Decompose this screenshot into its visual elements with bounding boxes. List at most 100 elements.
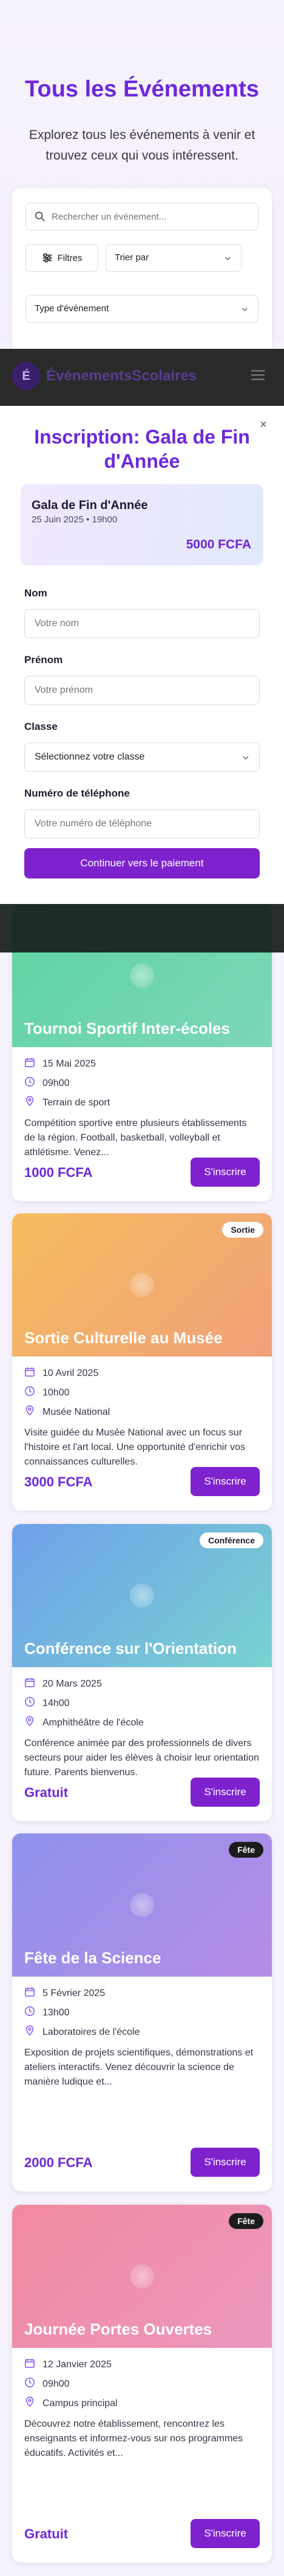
summary-event-date: 25 Juin 2025 • 19h00 (32, 514, 118, 525)
register-button[interactable]: S'inscrire (191, 1158, 260, 1187)
location-pin-icon (24, 2025, 35, 2039)
event-time: 13h00 (24, 2006, 70, 2020)
class-select[interactable]: Sélectionnez votre classe (24, 743, 260, 772)
event-date-text: 5 Février 2025 (42, 1988, 106, 1998)
event-card[interactable]: Fête Fête de la Science 5 Février 2025 13h0… (12, 1833, 272, 2191)
chevron-down-icon (242, 308, 248, 312)
location-pin-icon (24, 2396, 35, 2410)
search-icon (35, 211, 45, 221)
filter-panel: Filtres Trier par Type d'événement (12, 188, 272, 370)
calendar-icon (24, 1677, 35, 1691)
event-time-text: 14h00 (42, 1698, 70, 1708)
logo-icon[interactable]: É (12, 362, 40, 390)
event-type-label: Type d'événement (35, 303, 109, 314)
filters-button[interactable]: Filtres (25, 244, 98, 272)
firstname-field[interactable] (24, 676, 260, 705)
event-description: Exposition de projets scientifiques, dém… (24, 2048, 254, 2087)
event-location-text: Terrain de sport (42, 1097, 110, 1108)
image-placeholder-icon (130, 2264, 154, 2288)
calendar-icon (24, 1366, 35, 1380)
name-field[interactable] (24, 609, 260, 638)
register-button[interactable]: S'inscrire (191, 2519, 260, 2548)
event-location: Laboratoires de l'école (24, 2025, 140, 2039)
event-location: Amphithéâtre de l'école (24, 1716, 144, 1730)
event-date-text: 10 Avril 2025 (42, 1367, 99, 1378)
event-title: Journée Portes Ouvertes (24, 2320, 212, 2338)
register-button[interactable]: S'inscrire (191, 1467, 260, 1496)
event-type-badge: Conférence (199, 1532, 263, 1548)
modal-title: Inscription: Gala de Fin d'Année (34, 426, 250, 472)
search-input[interactable] (52, 203, 252, 230)
event-price: 1000 FCFA (24, 1165, 93, 1180)
event-date-text: 20 Mars 2025 (42, 1678, 102, 1689)
firstname-label: Prénom (24, 654, 63, 666)
chevron-down-icon (225, 257, 231, 261)
location-pin-icon (24, 1716, 35, 1730)
calendar-icon (24, 2358, 35, 2372)
chevron-down-icon (243, 756, 249, 760)
event-title: Tournoi Sportif Inter-écoles (24, 1019, 230, 1037)
event-title: Sortie Culturelle au Musée (24, 1329, 223, 1347)
class-select-value: Sélectionnez votre classe (35, 752, 145, 762)
menu-icon[interactable] (251, 369, 265, 380)
event-price: Gratuit (24, 2526, 69, 2541)
event-summary: Gala de Fin d'Année 25 Juin 2025 • 19h00… (21, 484, 263, 565)
event-description: Découvrez notre établissement, rencontre… (24, 2419, 243, 2458)
location-pin-icon (24, 1405, 35, 1419)
event-description: Conférence animée par des professionnels… (24, 1738, 259, 1778)
image-placeholder-icon (130, 1273, 154, 1297)
summary-event-name: Gala de Fin d'Année (32, 499, 148, 512)
event-time: 10h00 (24, 1386, 70, 1400)
page-subtitle: Explorez tous les événements à venir et … (29, 128, 255, 163)
modal-backdrop-lower[interactable] (0, 904, 284, 953)
event-price: 2000 FCFA (24, 2155, 93, 2170)
search-field[interactable] (25, 203, 259, 231)
location-pin-icon (24, 1096, 35, 1110)
clock-icon (24, 2006, 35, 2020)
event-title: Conférence sur l'Orientation (24, 1639, 237, 1657)
event-time-text: 13h00 (42, 2007, 70, 2018)
event-card[interactable]: Sortie Sortie Culturelle au Musée 10 Avril… (12, 1213, 272, 1511)
event-type-select[interactable]: Type d'événement (25, 295, 259, 323)
event-date: 5 Février 2025 (24, 1986, 105, 2000)
calendar-icon (24, 1986, 35, 2000)
register-button[interactable]: S'inscrire (191, 2148, 260, 2177)
event-card[interactable]: Fête Journée Portes Ouvertes 12 Janvier 20… (12, 2205, 272, 2563)
sort-select[interactable]: Trier par (106, 244, 242, 272)
event-location: Terrain de sport (24, 1096, 110, 1110)
event-time-text: 09h00 (42, 1077, 70, 1088)
event-time: 09h00 (24, 2377, 70, 2391)
event-location-text: Musée National (42, 1406, 110, 1417)
event-date: 20 Mars 2025 (24, 1677, 102, 1691)
event-location: Musée National (24, 1405, 110, 1419)
summary-event-price: 5000 FCFA (186, 538, 251, 551)
event-date: 12 Janvier 2025 (24, 2358, 112, 2372)
phone-field[interactable] (24, 809, 260, 838)
sort-select-label: Trier par (115, 252, 149, 263)
event-date: 15 Mai 2025 (24, 1057, 96, 1071)
event-type-badge: Fête (229, 2213, 263, 2229)
page-title: Tous les Événements (25, 76, 259, 102)
image-placeholder-icon (130, 1583, 154, 1608)
brand-name[interactable]: ÉvénementsScolaires (46, 368, 197, 385)
logo-letter: É (22, 369, 30, 383)
clock-icon (24, 2377, 35, 2391)
event-title: Fête de la Science (24, 1949, 161, 1967)
event-location: Campus principal (24, 2396, 118, 2410)
clock-icon (24, 1696, 35, 1710)
event-description: Visite guidée du Musée National avec un … (24, 1428, 246, 1467)
name-label: Nom (24, 587, 47, 599)
event-price: 3000 FCFA (24, 1474, 93, 1489)
image-placeholder-icon (130, 1893, 154, 1917)
filters-button-label: Filtres (57, 252, 83, 263)
phone-label: Numéro de téléphone (24, 787, 130, 799)
event-location-text: Campus principal (42, 2398, 118, 2409)
sliders-icon (42, 253, 52, 263)
event-type-badge: Sortie (222, 1222, 263, 1238)
navbar: É ÉvénementsScolaires (0, 349, 284, 406)
register-button[interactable]: S'inscrire (191, 1778, 260, 1807)
continue-to-payment-button[interactable]: Continuer vers le paiement (24, 848, 260, 878)
event-time: 14h00 (24, 1696, 70, 1710)
calendar-icon (24, 1057, 35, 1071)
event-card[interactable]: Conférence Conférence sur l'Orientation 20… (12, 1524, 272, 1821)
